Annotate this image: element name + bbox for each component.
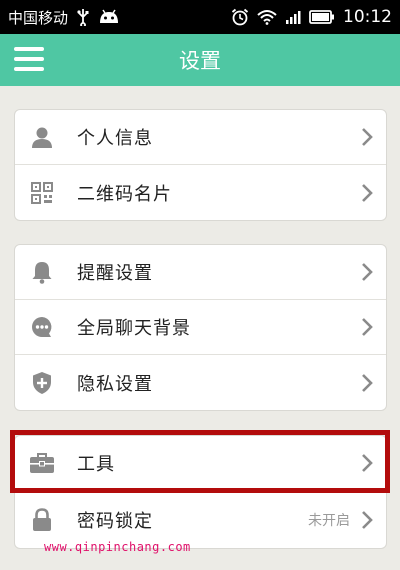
chevron-right-icon	[360, 372, 374, 394]
settings-item-tools[interactable]: 工具	[15, 436, 386, 491]
menu-icon-line	[14, 67, 44, 71]
wifi-icon	[257, 9, 277, 25]
page-title: 设置	[179, 49, 221, 73]
app-bar: 设置	[0, 34, 400, 86]
settings-group-tools: 工具 密码锁定 未开启	[14, 435, 387, 549]
chevron-right-icon	[360, 261, 374, 283]
settings-item-label: 二维码名片	[77, 183, 172, 205]
bell-icon	[29, 259, 55, 285]
settings-item-label: 工具	[77, 454, 115, 475]
menu-icon-line	[14, 47, 44, 51]
chevron-right-icon	[360, 509, 374, 531]
settings-item-chat-background[interactable]: 全局聊天背景	[15, 300, 386, 355]
person-icon	[29, 124, 55, 150]
qr-code-icon	[29, 180, 55, 206]
carrier-label: 中国移动	[8, 8, 69, 27]
chevron-right-icon	[360, 452, 374, 474]
menu-button[interactable]	[14, 47, 46, 73]
chevron-right-icon	[360, 182, 374, 204]
watermark-text: www.qinpinchang.com	[44, 540, 191, 554]
settings-item-label: 全局聊天背景	[77, 318, 191, 339]
settings-item-personal-info[interactable]: 个人信息	[15, 110, 386, 165]
alarm-icon	[231, 8, 249, 26]
android-notification-icon	[98, 9, 120, 25]
signal-icon	[285, 9, 301, 25]
lock-icon	[29, 507, 55, 533]
settings-group-account: 个人信息 二维码名片	[14, 109, 387, 221]
menu-icon-line	[14, 57, 44, 61]
settings-item-reminders[interactable]: 提醒设置	[15, 245, 386, 300]
status-bar: 中国移动 10:12	[0, 0, 400, 34]
shield-icon	[29, 370, 55, 396]
toolbox-icon	[29, 450, 55, 476]
settings-item-label: 个人信息	[77, 128, 153, 149]
settings-item-label: 提醒设置	[77, 263, 153, 284]
chevron-right-icon	[360, 126, 374, 148]
settings-item-label: 隐私设置	[77, 373, 153, 395]
chat-bubble-icon	[29, 314, 55, 340]
settings-item-qr-card[interactable]: 二维码名片	[15, 165, 386, 220]
chevron-right-icon	[360, 316, 374, 338]
clock-label: 10:12	[343, 7, 392, 27]
usb-icon	[76, 8, 90, 26]
settings-item-label: 密码锁定	[77, 511, 153, 532]
battery-icon	[309, 9, 335, 25]
settings-group-preferences: 提醒设置 全局聊天背景 隐私设置	[14, 244, 387, 411]
settings-item-privacy[interactable]: 隐私设置	[15, 355, 386, 410]
password-lock-status: 未开启	[308, 513, 350, 529]
